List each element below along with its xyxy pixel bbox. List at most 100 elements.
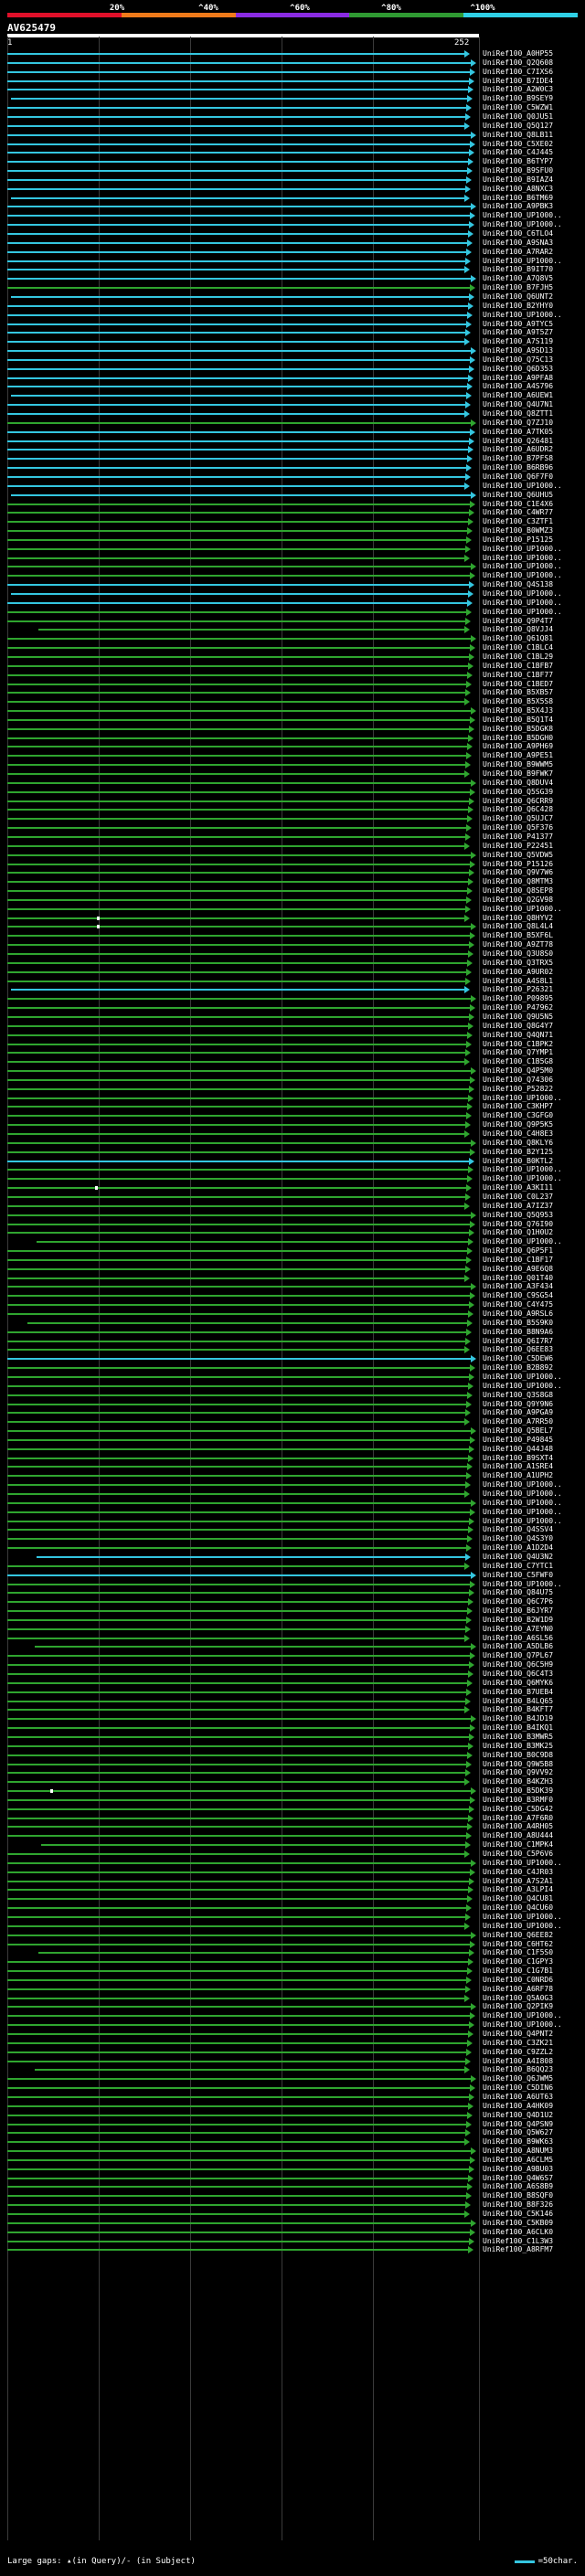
hit-alignment-bar[interactable]	[7, 161, 468, 163]
hit-label[interactable]: UniRef100_A5DLB6	[483, 1643, 553, 1650]
hit-alignment-bar[interactable]	[7, 1394, 467, 1396]
hit-label[interactable]: UniRef100_UP1000..	[483, 1383, 562, 1390]
hit-label[interactable]: UniRef100_UP1000..	[483, 312, 562, 319]
hit-label[interactable]: UniRef100_A3F434	[483, 1283, 553, 1290]
hit-alignment-bar[interactable]	[7, 341, 464, 343]
hit-label[interactable]: UniRef100_Q76I90	[483, 1221, 553, 1228]
hit-alignment-bar[interactable]	[7, 1727, 470, 1729]
hit-label[interactable]: UniRef100_C3KHP7	[483, 1103, 553, 1110]
hit-alignment-bar[interactable]	[7, 1574, 471, 1576]
hit-alignment-bar[interactable]	[7, 602, 467, 604]
hit-label[interactable]: UniRef100_Q4PNT2	[483, 2030, 553, 2038]
hit-alignment-bar[interactable]	[7, 2213, 464, 2215]
hit-label[interactable]: UniRef100_Q9Y9N6	[483, 1401, 553, 1408]
hit-label[interactable]: UniRef100_UP1000..	[483, 1913, 562, 1921]
hit-label[interactable]: UniRef100_C5XE02	[483, 141, 553, 148]
hit-label[interactable]: UniRef100_Q4SSV4	[483, 1526, 553, 1533]
hit-alignment-bar[interactable]	[7, 1529, 468, 1531]
hit-alignment-bar[interactable]	[7, 2015, 470, 2017]
hit-label[interactable]: UniRef100_Q4U7N1	[483, 401, 553, 408]
hit-label[interactable]: UniRef100_B3MK25	[483, 1743, 553, 1750]
hit-label[interactable]: UniRef100_A9PE51	[483, 752, 553, 759]
hit-alignment-bar[interactable]	[7, 215, 470, 217]
hit-alignment-bar[interactable]	[7, 1709, 464, 1711]
hit-alignment-bar[interactable]	[7, 1404, 466, 1405]
hit-alignment-bar[interactable]	[7, 1907, 466, 1909]
hit-label[interactable]: UniRef100_Q75C13	[483, 356, 553, 364]
hit-alignment-bar[interactable]	[7, 1214, 471, 1216]
hit-alignment-bar[interactable]	[7, 251, 466, 253]
hit-alignment-bar[interactable]	[7, 737, 468, 739]
hit-label[interactable]: UniRef100_Q26481	[483, 438, 553, 445]
hit-alignment-bar[interactable]	[7, 1376, 469, 1378]
hit-label[interactable]: UniRef100_UP1000..	[483, 1923, 562, 1930]
hit-label[interactable]: UniRef100_B5X4J3	[483, 707, 553, 715]
hit-alignment-bar[interactable]	[7, 1034, 467, 1036]
hit-alignment-bar[interactable]	[7, 143, 470, 145]
hit-alignment-bar[interactable]	[41, 1844, 465, 1846]
hit-label[interactable]: UniRef100_A8U444	[483, 1832, 553, 1839]
hit-alignment-bar[interactable]	[37, 1556, 465, 1558]
hit-label[interactable]: UniRef100_A9T5Z7	[483, 329, 553, 336]
hit-alignment-bar[interactable]	[7, 1521, 469, 1522]
hit-label[interactable]: UniRef100_P15125	[483, 536, 553, 544]
hit-label[interactable]: UniRef100_P41377	[483, 833, 553, 841]
hit-label[interactable]: UniRef100_B5DGH0	[483, 735, 553, 742]
hit-alignment-bar[interactable]	[7, 449, 468, 451]
hit-label[interactable]: UniRef100_UP1000..	[483, 2021, 562, 2029]
hit-alignment-bar[interactable]	[7, 1565, 464, 1567]
hit-alignment-bar[interactable]	[7, 1458, 468, 1459]
hit-alignment-bar[interactable]	[7, 2033, 468, 2035]
hit-label[interactable]: UniRef100_Q4W6S7	[483, 2175, 553, 2182]
hit-alignment-bar[interactable]	[7, 2168, 469, 2170]
hit-label[interactable]: UniRef100_B9SEY9	[483, 95, 553, 102]
hit-label[interactable]: UniRef100_C1G7B1	[483, 1967, 553, 1975]
hit-label[interactable]: UniRef100_Q6EE82	[483, 1932, 553, 1939]
hit-alignment-bar[interactable]	[7, 1097, 468, 1099]
hit-alignment-bar[interactable]	[7, 809, 468, 811]
hit-label[interactable]: UniRef100_A9BU03	[483, 2166, 553, 2173]
hit-alignment-bar[interactable]	[7, 1538, 467, 1540]
hit-alignment-bar[interactable]	[7, 1511, 470, 1513]
hit-label[interactable]: UniRef100_Q6JWM5	[483, 2075, 553, 2083]
hit-alignment-bar[interactable]	[11, 98, 467, 100]
hit-label[interactable]: UniRef100_Q5A0G3	[483, 1995, 553, 2002]
hit-alignment-bar[interactable]	[7, 836, 465, 838]
hit-label[interactable]: UniRef100_Q8VJJ4	[483, 626, 553, 633]
hit-alignment-bar[interactable]	[7, 188, 465, 190]
hit-alignment-bar[interactable]	[7, 710, 471, 712]
hit-alignment-bar[interactable]	[7, 107, 466, 109]
hit-alignment-bar[interactable]	[7, 800, 469, 802]
hit-alignment-bar[interactable]	[7, 1142, 471, 1144]
hit-label[interactable]: UniRef100_Q74306	[483, 1076, 553, 1084]
hit-alignment-bar[interactable]	[7, 1349, 464, 1351]
hit-label[interactable]: UniRef100_Q9W5B8	[483, 1761, 553, 1768]
hit-label[interactable]: UniRef100_C5DG42	[483, 1806, 553, 1813]
hit-label[interactable]: UniRef100_C9SG54	[483, 1292, 553, 1299]
hit-alignment-bar[interactable]	[7, 1286, 471, 1288]
hit-label[interactable]: UniRef100_B7PFS8	[483, 455, 553, 462]
hit-alignment-bar[interactable]	[7, 1736, 469, 1738]
hit-label[interactable]: UniRef100_B2YHY0	[483, 302, 553, 310]
hit-alignment-bar[interactable]	[7, 684, 466, 685]
hit-label[interactable]: UniRef100_P09895	[483, 995, 553, 1002]
hit-label[interactable]: UniRef100_UP1000..	[483, 906, 562, 913]
hit-alignment-bar[interactable]	[7, 1701, 465, 1702]
hit-label[interactable]: UniRef100_Q9P5K5	[483, 1121, 553, 1129]
hit-alignment-bar[interactable]	[11, 395, 466, 397]
hit-alignment-bar[interactable]	[7, 179, 466, 181]
hit-label[interactable]: UniRef100_A3LPI4	[483, 1886, 553, 1893]
hit-label[interactable]: UniRef100_UP1000..	[483, 1500, 562, 1507]
hit-label[interactable]: UniRef100_Q8LB11	[483, 132, 553, 139]
hit-label[interactable]: UniRef100_C1F5S0	[483, 1949, 553, 1956]
hit-label[interactable]: UniRef100_A4S796	[483, 383, 553, 390]
hit-label[interactable]: UniRef100_A6CLM5	[483, 2157, 553, 2164]
hit-label[interactable]: UniRef100_C1E4X6	[483, 501, 553, 508]
hit-alignment-bar[interactable]	[7, 242, 467, 244]
hit-label[interactable]: UniRef100_B0WMZ3	[483, 527, 553, 535]
hit-label[interactable]: UniRef100_B5Q1T4	[483, 716, 553, 724]
hit-label[interactable]: UniRef100_A7EYN0	[483, 1626, 553, 1633]
hit-alignment-bar[interactable]	[7, 1655, 470, 1657]
hit-alignment-bar[interactable]	[7, 1268, 465, 1270]
hit-label[interactable]: UniRef100_Q1H0U2	[483, 1229, 553, 1236]
